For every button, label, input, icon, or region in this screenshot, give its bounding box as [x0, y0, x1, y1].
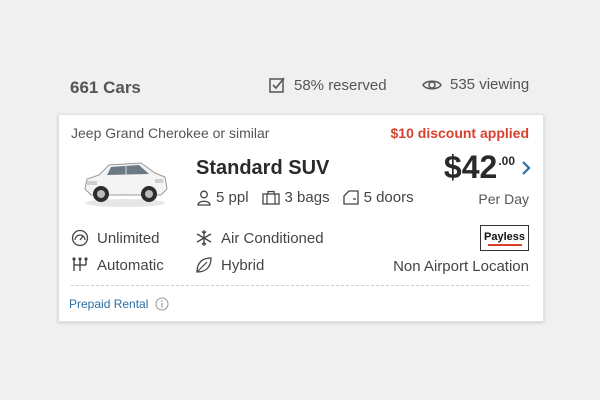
- spec-bags: 3 bags: [261, 189, 330, 206]
- speedometer-icon: [71, 229, 89, 247]
- doors-count: 5 doors: [363, 189, 414, 206]
- feature-mileage: Unlimited: [71, 229, 160, 247]
- viewing-label: 535 viewing: [450, 76, 530, 93]
- viewing-stat: 535 viewing: [422, 76, 529, 93]
- transmission-label: Automatic: [97, 256, 164, 274]
- reserved-stat: 58% reserved: [268, 76, 387, 94]
- discount-badge: $10 discount applied: [390, 125, 529, 141]
- rental-type: Prepaid Rental: [69, 297, 169, 311]
- people-count: 5 ppl: [216, 189, 249, 206]
- feature-transmission: Automatic: [71, 256, 164, 274]
- price-period: Per Day: [478, 191, 529, 207]
- spec-people: 5 ppl: [197, 189, 249, 206]
- results-summary-bar: 661 Cars 58% reserved 535 viewing: [70, 76, 532, 100]
- car-type-title: Standard SUV: [196, 157, 330, 179]
- similar-model-text: Jeep Grand Cherokee or similar: [71, 125, 270, 141]
- price-cents: .00: [498, 154, 515, 168]
- vendor-name: Payless: [484, 230, 525, 243]
- door-icon: [342, 190, 359, 205]
- checkbox-checked-icon: [269, 77, 285, 93]
- feature-fuel: Hybrid: [195, 256, 264, 274]
- gear-shift-icon: [72, 257, 88, 271]
- car-specs: 5 ppl 3 bags 5 doors: [197, 189, 427, 206]
- person-icon: [197, 190, 211, 206]
- feature-ac: Air Conditioned: [195, 229, 324, 247]
- bags-count: 3 bags: [284, 189, 330, 206]
- suitcase-icon: [261, 190, 280, 205]
- reserved-label: 58% reserved: [294, 76, 387, 94]
- vendor-logo-bar: [487, 243, 522, 246]
- car-listing-card[interactable]: Jeep Grand Cherokee or similar $10 disco…: [58, 114, 544, 322]
- snowflake-icon: [196, 230, 212, 246]
- vendor-logo: Payless: [480, 225, 529, 251]
- leaf-icon: [196, 257, 212, 273]
- spec-doors: 5 doors: [342, 189, 414, 206]
- car-image: [84, 162, 168, 207]
- ac-label: Air Conditioned: [221, 229, 324, 247]
- car-count: 661 Cars: [70, 78, 141, 97]
- chevron-right-icon[interactable]: [521, 160, 531, 176]
- price-dollars: $42: [443, 149, 498, 185]
- prepaid-rental-link[interactable]: Prepaid Rental: [69, 297, 148, 311]
- eye-icon: [422, 80, 442, 89]
- fuel-label: Hybrid: [221, 256, 265, 274]
- pickup-location: Non Airport Location: [393, 258, 529, 275]
- info-icon[interactable]: [155, 297, 169, 311]
- mileage-label: Unlimited: [97, 229, 160, 247]
- divider: [71, 285, 529, 286]
- price-display: $42 .00: [444, 149, 515, 185]
